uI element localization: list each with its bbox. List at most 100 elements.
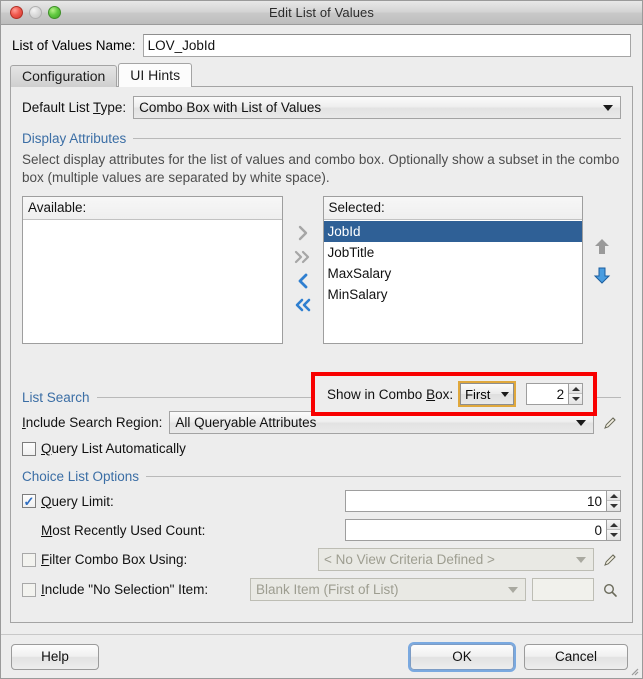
search-no-selection-button[interactable] [599, 582, 621, 598]
default-list-type-label: Default List Type: [22, 100, 127, 115]
include-search-region-label: Include Search Region: [22, 415, 163, 430]
display-attributes-description: Select display attributes for the list o… [22, 152, 620, 185]
check-icon: ✓ [23, 493, 35, 509]
ui-hints-panel: Default List Type: Combo Box with List o… [10, 86, 633, 623]
stepper-down-icon[interactable] [607, 501, 620, 511]
minimize-icon[interactable] [29, 6, 42, 19]
chevron-down-icon [603, 104, 613, 111]
show-in-combo-box-count-spinner[interactable]: 2 [526, 383, 584, 405]
include-no-selection-checkbox[interactable] [22, 582, 36, 597]
attribute-shuttle: Available: Selected: JobId JobTitle MaxS… [22, 196, 621, 344]
show-in-combo-box-count-value[interactable]: 2 [526, 383, 569, 405]
move-right-button[interactable] [290, 222, 316, 244]
edit-list-of-values-dialog: Edit List of Values List of Values Name:… [0, 0, 643, 679]
chevron-down-icon [576, 419, 586, 426]
dialog-body: List of Values Name: LOV_JobId Configura… [1, 25, 642, 634]
window-title: Edit List of Values [269, 5, 374, 20]
ok-button[interactable]: OK [408, 641, 516, 672]
mru-count-spinner[interactable]: 0 [345, 519, 621, 541]
filter-combo-box-combo: < No View Criteria Defined > [318, 548, 594, 571]
move-all-right-button[interactable] [290, 246, 316, 268]
mru-count-value[interactable]: 0 [345, 519, 606, 541]
show-in-combo-box-mode-value: First [465, 386, 491, 402]
include-no-selection-row: Include "No Selection" Item: Blank Item … [22, 578, 621, 601]
section-divider [133, 138, 621, 139]
default-list-type-combo[interactable]: Combo Box with List of Values [133, 96, 621, 119]
query-list-automatically-row[interactable]: Query List Automatically [22, 441, 621, 456]
lov-name-input[interactable]: LOV_JobId [142, 34, 631, 57]
query-limit-spinner[interactable]: 10 [345, 490, 621, 512]
query-limit-stepper[interactable] [606, 490, 621, 512]
filter-combo-box-checkbox[interactable] [22, 552, 36, 567]
section-divider [146, 476, 621, 477]
list-item[interactable]: MaxSalary [324, 263, 583, 284]
move-left-button[interactable] [290, 270, 316, 292]
display-attributes-section-header: Display Attributes [22, 131, 621, 146]
choice-list-options-title: Choice List Options [22, 469, 140, 484]
edit-view-criteria-button[interactable] [599, 552, 621, 568]
list-item[interactable]: MinSalary [324, 284, 583, 305]
mru-count-row: Most Recently Used Count: 0 [22, 519, 621, 541]
window-controls [10, 6, 61, 19]
help-button[interactable]: Help [11, 643, 99, 670]
stepper-up-icon[interactable] [569, 384, 583, 394]
available-listbox[interactable]: Available: [22, 196, 283, 344]
reorder-buttons [583, 196, 621, 287]
available-list-items[interactable] [23, 220, 282, 343]
zoom-icon[interactable] [48, 6, 61, 19]
cancel-button[interactable]: Cancel [524, 643, 628, 670]
lov-name-row: List of Values Name: LOV_JobId [1, 25, 642, 63]
resize-grip-icon[interactable] [627, 664, 639, 676]
title-bar: Edit List of Values [1, 1, 642, 25]
filter-combo-box-row: Filter Combo Box Using: < No View Criter… [22, 548, 621, 571]
choice-list-options-section-header: Choice List Options [22, 469, 621, 484]
selected-list-items[interactable]: JobId JobTitle MaxSalary MinSalary [323, 220, 583, 343]
move-down-button[interactable] [593, 266, 611, 287]
query-list-automatically-checkbox[interactable] [22, 441, 36, 456]
stepper-down-icon[interactable] [607, 530, 620, 540]
query-limit-row: ✓ Query Limit: 10 [22, 490, 621, 512]
move-up-button[interactable] [593, 238, 611, 259]
show-in-combo-box-label: Show in Combo Box: [327, 386, 454, 402]
show-in-combo-box-highlight: Show in Combo Box: First 2 [311, 372, 597, 416]
stepper-up-icon[interactable] [607, 491, 620, 501]
query-list-automatically-label: Query List Automatically [41, 441, 186, 456]
selected-label: Selected: [323, 197, 583, 220]
list-item[interactable]: JobTitle [324, 242, 583, 263]
available-label: Available: [23, 197, 282, 220]
include-no-selection-combo: Blank Item (First of List) [250, 578, 526, 601]
tab-ui-hints[interactable]: UI Hints [118, 63, 193, 87]
tab-bar: Configuration UI Hints [1, 63, 642, 87]
chevron-down-icon [508, 586, 518, 593]
stepper-down-icon[interactable] [569, 394, 583, 404]
query-limit-checkbox[interactable]: ✓ [22, 494, 36, 508]
move-all-left-button[interactable] [290, 294, 316, 316]
include-no-selection-label: Include "No Selection" Item: [41, 582, 209, 597]
display-attributes-title: Display Attributes [22, 131, 127, 146]
selected-listbox[interactable]: Selected: JobId JobTitle MaxSalary MinSa… [322, 196, 584, 344]
shuttle-buttons [283, 196, 323, 316]
close-icon[interactable] [10, 6, 23, 19]
default-list-type-value: Combo Box with List of Values [139, 100, 322, 115]
include-search-region-value: All Queryable Attributes [175, 415, 317, 430]
query-limit-label: Query Limit: [41, 493, 114, 509]
stepper-up-icon[interactable] [607, 520, 620, 530]
include-no-selection-value: Blank Item (First of List) [256, 582, 399, 597]
list-search-title: List Search [22, 390, 90, 405]
filter-combo-box-value: < No View Criteria Defined > [324, 552, 495, 567]
include-no-selection-text [532, 578, 594, 601]
chevron-down-icon [501, 391, 510, 397]
show-in-combo-box-stepper[interactable] [568, 383, 584, 405]
filter-combo-box-label: Filter Combo Box Using: [41, 552, 188, 567]
edit-search-region-button[interactable] [599, 415, 621, 431]
tab-configuration[interactable]: Configuration [10, 65, 118, 87]
list-item[interactable]: JobId [323, 221, 583, 242]
query-limit-value[interactable]: 10 [345, 490, 606, 512]
default-list-type-row: Default List Type: Combo Box with List o… [22, 96, 621, 119]
mru-count-stepper[interactable] [606, 519, 621, 541]
dialog-footer: Help OK Cancel [1, 634, 642, 678]
mru-count-label: Most Recently Used Count: [41, 522, 206, 538]
lov-name-label: List of Values Name: [12, 38, 136, 53]
show-in-combo-box-mode-combo[interactable]: First [458, 381, 517, 407]
chevron-down-icon [576, 556, 586, 563]
